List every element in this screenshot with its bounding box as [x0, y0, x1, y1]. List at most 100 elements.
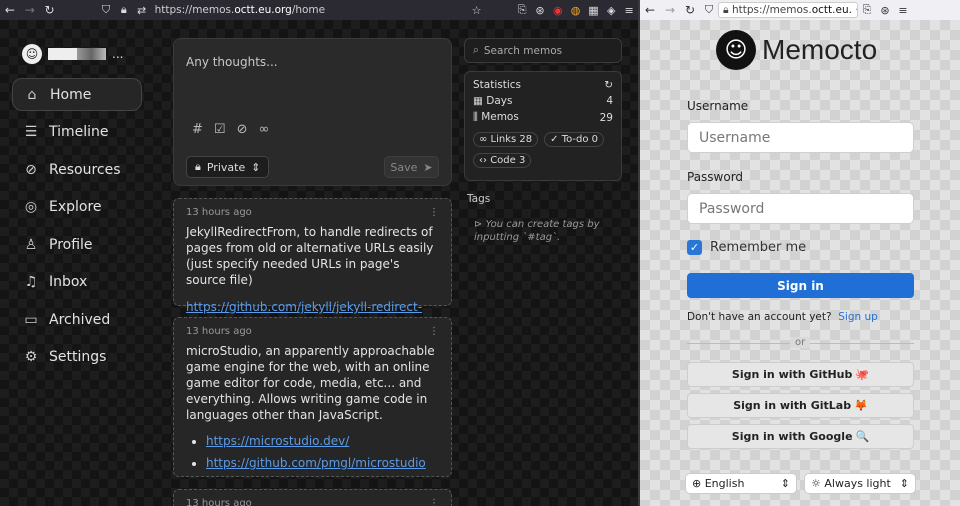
- sidebar-item-label: Home: [50, 86, 92, 103]
- extension-icon[interactable]: ⎘: [513, 3, 531, 17]
- sidebar-item-resources[interactable]: ⊘ Resources: [12, 153, 142, 186]
- lock-icon: 🔒︎: [195, 160, 201, 173]
- back-icon[interactable]: ←: [640, 3, 660, 17]
- qr-icon[interactable]: ▦: [585, 4, 603, 17]
- checkbox-icon[interactable]: ☑: [214, 122, 226, 137]
- password-placeholder: Password: [699, 200, 765, 217]
- sidebar-item-settings[interactable]: ⚙ Settings: [12, 340, 142, 373]
- username-label: Username: [687, 99, 749, 113]
- sign-in-button[interactable]: Sign in: [687, 273, 914, 298]
- memo-time: 13 hours ago: [186, 326, 252, 337]
- tags-empty-note: ⊳ You can create tags by inputting `#tag…: [474, 218, 614, 244]
- link-icon[interactable]: ∞: [258, 122, 269, 137]
- more-icon[interactable]: ...: [112, 47, 123, 61]
- sign-in-label: Sign in: [777, 278, 824, 293]
- menu-icon[interactable]: ≡: [620, 4, 638, 17]
- extension-icon[interactable]: ◍: [567, 4, 585, 17]
- search-input[interactable]: ⌕ Search memos: [464, 38, 622, 63]
- more-vertical-icon[interactable]: ⋮: [429, 498, 439, 506]
- sidebar-item-label: Inbox: [49, 273, 88, 290]
- brand-logo: ☺ Memocto: [716, 30, 877, 70]
- save-button[interactable]: Save ➤: [384, 156, 439, 178]
- github-signin-button[interactable]: Sign in with GitHub 🐙: [687, 362, 914, 387]
- sidebar-item-archived[interactable]: ▭ Archived: [12, 303, 142, 336]
- remember-me-checkbox[interactable]: ✓ Remember me: [687, 240, 806, 255]
- theme-select[interactable]: ☼ Always light ⇕: [804, 473, 916, 494]
- brand-name: Memocto: [762, 34, 878, 65]
- days-label: Days: [486, 95, 513, 107]
- language-select[interactable]: ⊕ English ⇕: [685, 473, 797, 494]
- browser-toolbar: ← → ↻ ⛉ 🔒︎ https://memos.octt.eu. ··· ⎘ …: [640, 0, 960, 20]
- password-input[interactable]: Password: [687, 193, 914, 224]
- code-chip[interactable]: ‹› Code 3: [473, 153, 532, 168]
- todo-chip[interactable]: ✓ To-do 0: [544, 132, 605, 147]
- tags-note-text: You can create tags by inputting `#tag`.: [474, 219, 600, 243]
- memo-link[interactable]: https://github.com/pmgl/microstudio: [206, 456, 426, 470]
- address-bar[interactable]: 🔒︎ https://memos.octt.eu. ···: [718, 2, 858, 18]
- paperclip-icon[interactable]: ⊘: [237, 122, 248, 137]
- extension-icon[interactable]: ◈: [602, 4, 620, 17]
- google-signin-button[interactable]: Sign in with Google 🔍: [687, 424, 914, 449]
- remember-label: Remember me: [710, 240, 807, 255]
- browser-toolbar: ← → ↻ ⛉ 🔒︎ ⇄ https://memos. octt.eu.org/h…: [0, 0, 638, 20]
- memo-link[interactable]: https://microstudio.dev/: [206, 434, 349, 448]
- menu-icon[interactable]: ≡: [894, 4, 912, 17]
- globe-icon: ⊕: [692, 477, 702, 490]
- or-separator: or: [790, 337, 811, 348]
- signup-prompt: Don't have an account yet? Sign up: [687, 311, 878, 323]
- gitlab-signin-button[interactable]: Sign in with GitLab 🦊: [687, 393, 914, 418]
- check-icon: ✓: [687, 240, 702, 255]
- sign-up-link[interactable]: Sign up: [838, 311, 878, 323]
- code-count: Code 3: [490, 155, 526, 166]
- sidebar-item-timeline[interactable]: ☰ Timeline: [12, 115, 142, 148]
- memos-count: 29: [599, 111, 613, 124]
- visibility-select[interactable]: 🔒︎ Private ⇕: [186, 156, 270, 178]
- reload-icon[interactable]: ↻: [40, 3, 60, 17]
- back-icon[interactable]: ←: [0, 3, 20, 17]
- sidebar-item-explore[interactable]: ◎ Explore: [12, 190, 142, 223]
- extension-icon[interactable]: ⊛: [876, 4, 894, 17]
- ublock-icon[interactable]: ◉: [549, 4, 567, 17]
- reload-icon[interactable]: ↻: [680, 3, 700, 17]
- left-browser-window: ← → ↻ ⛉ 🔒︎ ⇄ https://memos. octt.eu.org/h…: [0, 0, 638, 506]
- extension-icon[interactable]: ⎘: [858, 3, 876, 17]
- links-chip[interactable]: ∞ Links 28: [473, 132, 539, 147]
- shield-icon[interactable]: ⛉: [97, 3, 115, 17]
- user-menu[interactable]: ☺ ...: [22, 44, 123, 64]
- memo-card: 13 hours ago ⋮: [173, 489, 452, 506]
- memo-time: 13 hours ago: [186, 207, 252, 218]
- memo-time: 13 hours ago: [186, 498, 252, 506]
- days-count: 4: [606, 95, 613, 107]
- logo-icon: ☺: [716, 30, 756, 70]
- code-icon: ‹›: [479, 155, 487, 166]
- globe-icon: ◎: [24, 198, 38, 215]
- sidebar-item-label: Settings: [49, 348, 107, 365]
- lock-icon[interactable]: 🔒︎: [115, 3, 133, 17]
- username-placeholder: Username: [699, 129, 771, 146]
- calendar-icon: ▦: [473, 95, 483, 107]
- theme-label: Always light: [824, 477, 891, 490]
- chevron-updown-icon: ⇕: [780, 477, 790, 490]
- more-vertical-icon[interactable]: ⋮: [429, 326, 439, 337]
- tags-title: Tags: [467, 193, 491, 205]
- chevron-updown-icon: ⇕: [251, 160, 261, 174]
- user-icon: ♙: [24, 236, 38, 253]
- refresh-icon[interactable]: ↻: [604, 79, 613, 91]
- extension-icon[interactable]: ⊛: [531, 4, 549, 17]
- permissions-icon[interactable]: ⇄: [133, 4, 151, 17]
- more-vertical-icon[interactable]: ⋮: [429, 207, 439, 218]
- username-input[interactable]: Username: [687, 122, 914, 153]
- forward-icon[interactable]: →: [660, 3, 680, 17]
- bookmark-star-icon[interactable]: ☆: [468, 4, 486, 17]
- sidebar-item-profile[interactable]: ♙ Profile: [12, 228, 142, 261]
- hash-icon[interactable]: #: [192, 122, 203, 137]
- address-bar[interactable]: https://memos. octt.eu.org/home: [151, 2, 448, 18]
- gitlab-label: Sign in with GitLab: [733, 399, 852, 412]
- no-account-text: Don't have an account yet?: [687, 311, 832, 323]
- sidebar-item-inbox[interactable]: ♫ Inbox: [12, 265, 142, 298]
- library-icon: ⫼: [473, 111, 478, 123]
- shield-icon[interactable]: ⛉: [700, 3, 718, 17]
- sidebar-item-home[interactable]: ⌂ Home: [12, 78, 142, 111]
- editor-input[interactable]: Any thoughts...: [186, 55, 278, 69]
- forward-icon[interactable]: →: [20, 3, 40, 17]
